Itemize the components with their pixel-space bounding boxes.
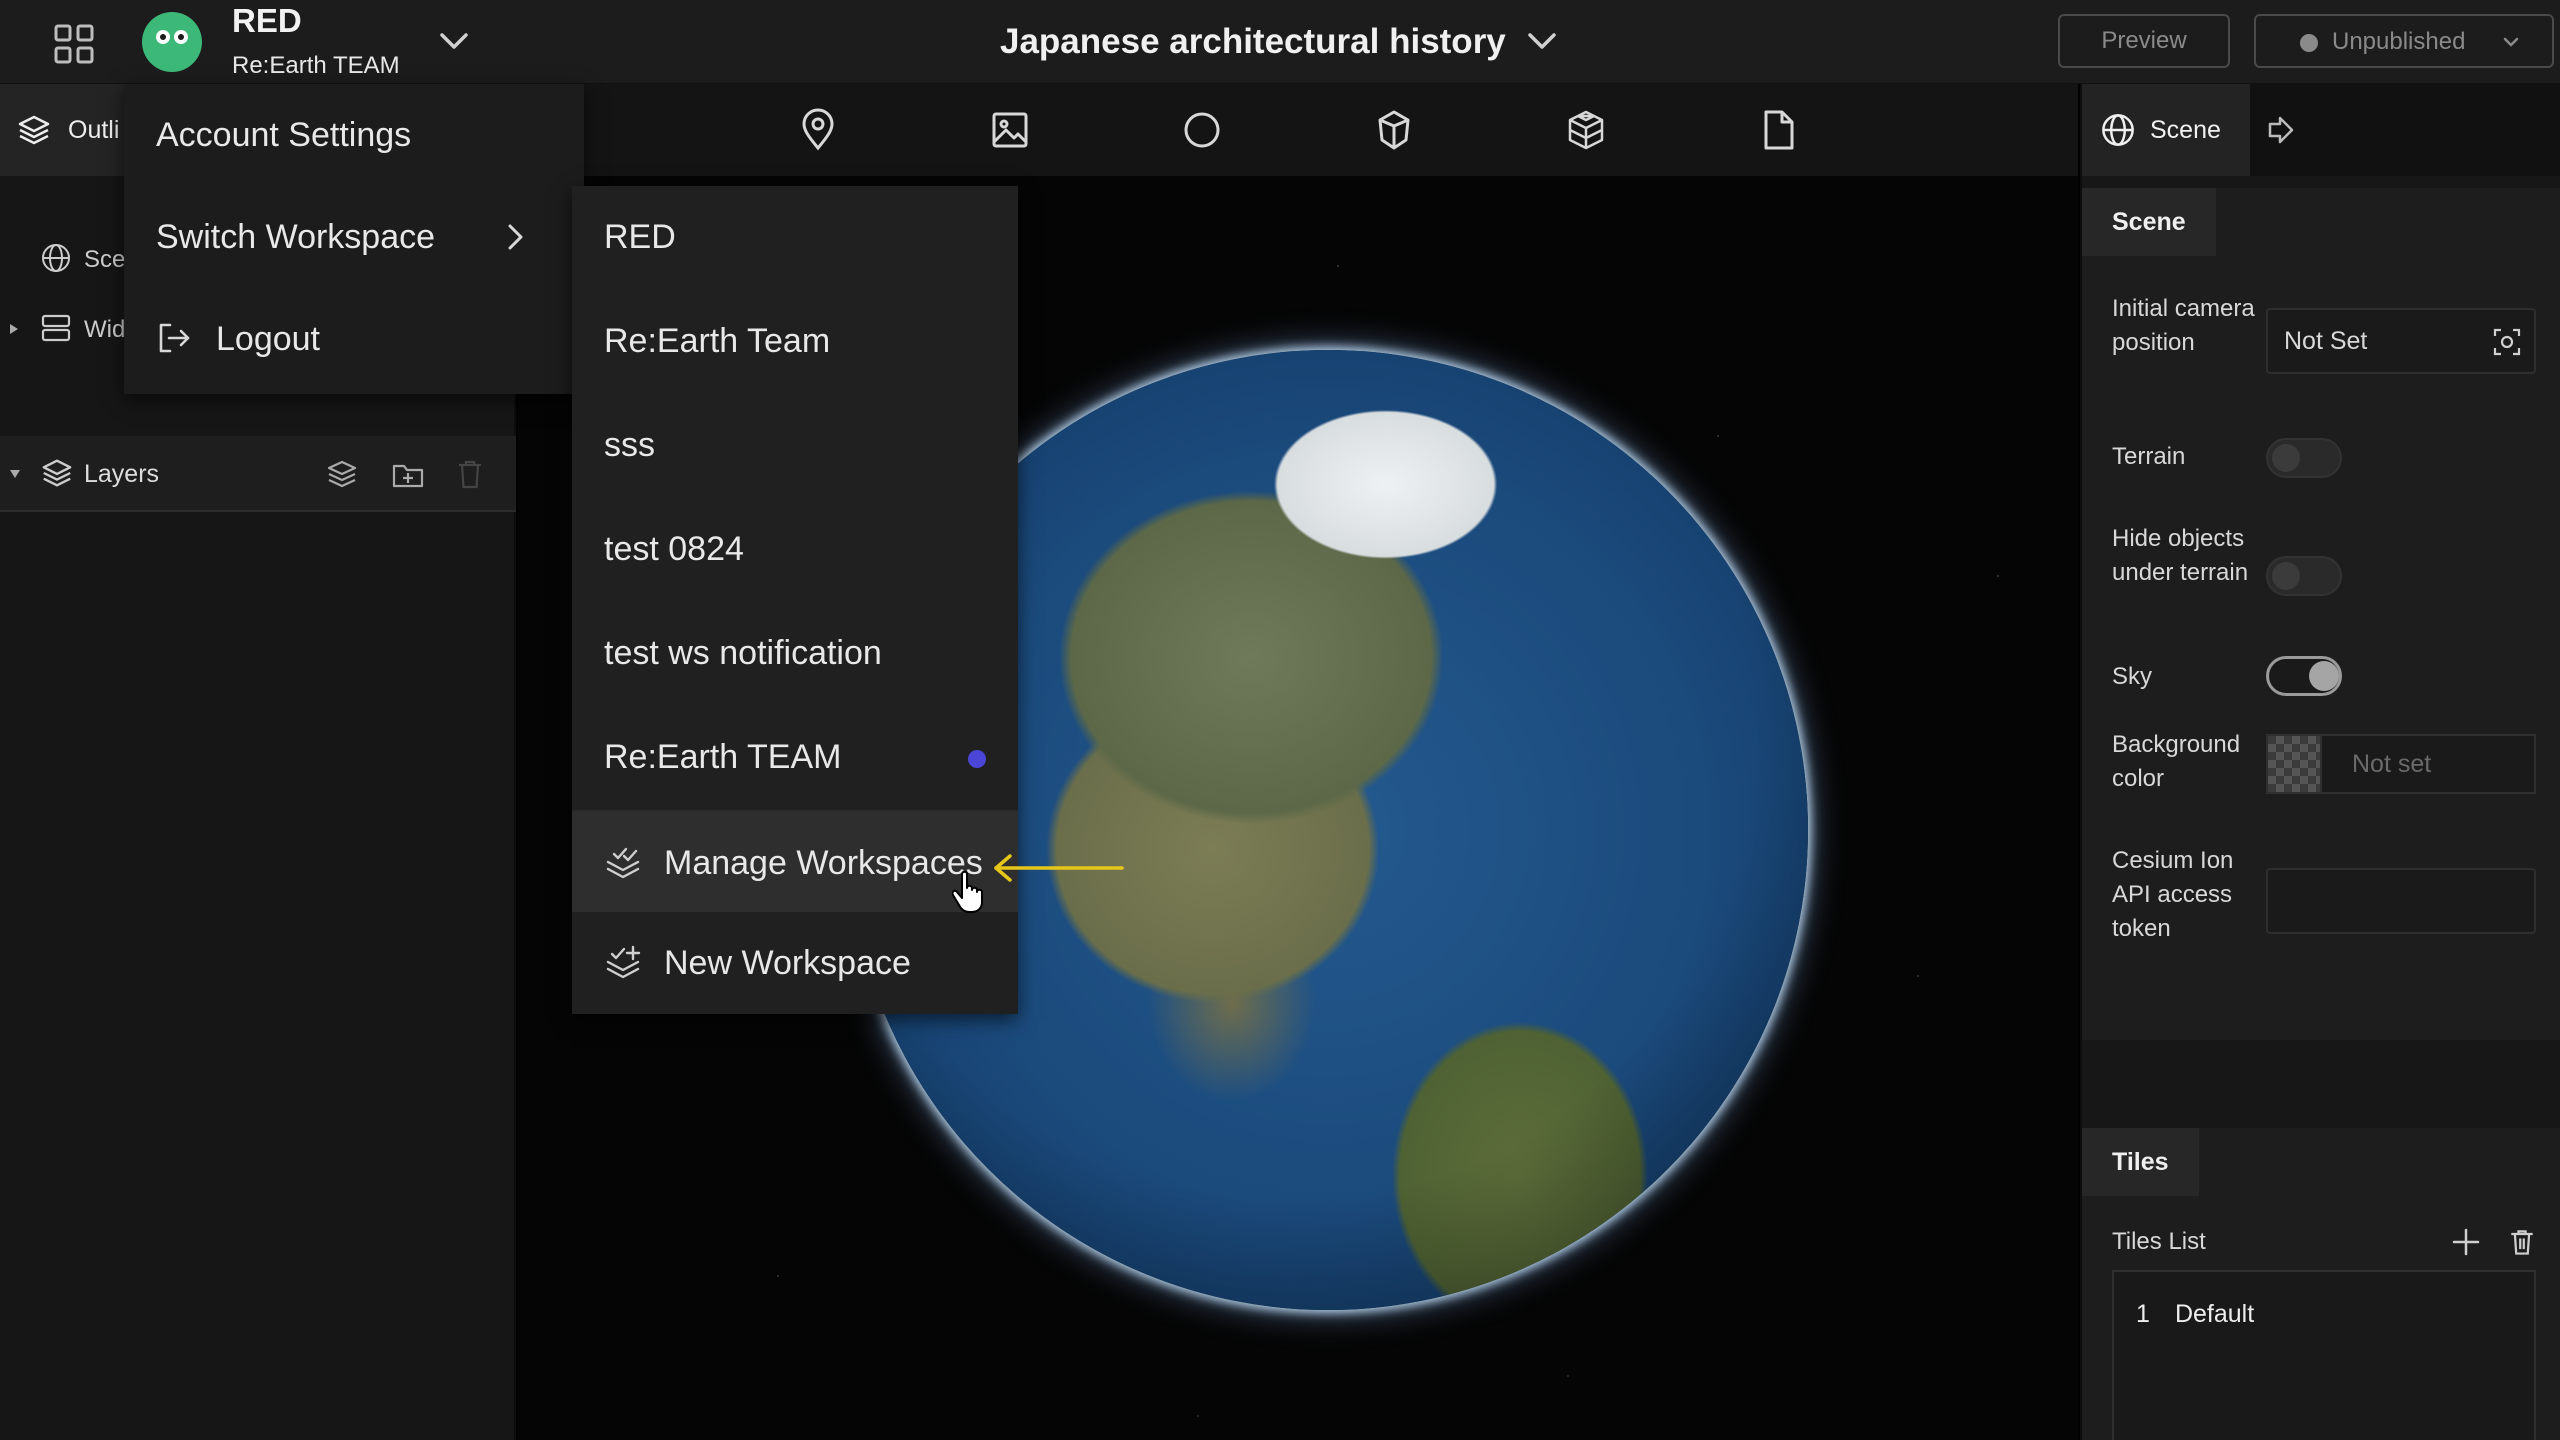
- add-folder-icon[interactable]: [390, 456, 426, 492]
- map-pin-icon[interactable]: [794, 106, 842, 154]
- new-workspace-menu-item[interactable]: New Workspace: [572, 912, 1018, 1012]
- manage-workspaces-icon: [604, 844, 642, 882]
- outline-item-label: Wid: [84, 316, 126, 343]
- preview-button[interactable]: Preview: [2058, 14, 2230, 68]
- chevron-right-icon: [502, 220, 528, 254]
- hide-objects-label: Hide objects under terrain: [2112, 525, 2249, 586]
- workspace-label: Re:Earth Team: [604, 322, 831, 360]
- workspace-item[interactable]: RED: [572, 186, 1018, 290]
- new-workspace-icon: [604, 944, 642, 982]
- workspace-label: test ws notification: [604, 634, 882, 672]
- terrain-label: Terrain: [2112, 443, 2186, 470]
- layers-icon: [16, 112, 52, 148]
- menu-item-label: Switch Workspace: [156, 218, 436, 256]
- tab-scene[interactable]: Scene: [2082, 84, 2250, 176]
- expand-triangle-icon[interactable]: [8, 322, 20, 336]
- background-color-swatch[interactable]: [2266, 734, 2322, 794]
- 3d-tiles-icon[interactable]: [1562, 106, 1610, 154]
- background-color-label: Background color: [2112, 731, 2241, 792]
- tab-outline[interactable]: Outli: [0, 84, 140, 176]
- workspace-label: RED: [604, 218, 676, 256]
- workspace-label: test 0824: [604, 530, 744, 568]
- cesium-token-input[interactable]: [2266, 868, 2536, 934]
- plus-icon[interactable]: [2450, 1226, 2482, 1258]
- tab-scene-label: Scene: [2150, 116, 2221, 144]
- hide-objects-toggle[interactable]: [2266, 556, 2342, 596]
- logout-icon: [156, 320, 192, 356]
- tiles-list: 1 Default: [2112, 1270, 2536, 1440]
- workspace-label: sss: [604, 426, 655, 464]
- workspace-item-current[interactable]: Re:Earth TEAM: [572, 706, 1018, 810]
- layers-label: Layers: [84, 460, 160, 488]
- status-dot-icon: [2300, 34, 2318, 52]
- capture-camera-icon[interactable]: [2492, 327, 2522, 357]
- right-tabs: Scene: [2082, 84, 2560, 176]
- workspace-item[interactable]: sss: [572, 394, 1018, 498]
- workspace-item[interactable]: Re:Earth Team: [572, 290, 1018, 394]
- chevron-down-icon[interactable]: [436, 26, 472, 56]
- publish-status-label: Unpublished: [2332, 28, 2466, 55]
- chevron-down-icon: [2500, 32, 2522, 52]
- tab-outline-label: Outli: [68, 116, 120, 144]
- globe-icon: [40, 242, 72, 274]
- sky-toggle[interactable]: [2266, 656, 2342, 696]
- workspace-item[interactable]: test 0824: [572, 498, 1018, 602]
- file-icon[interactable]: [1754, 106, 1802, 154]
- background-color-input[interactable]: Not set: [2322, 734, 2536, 794]
- initial-camera-field[interactable]: Not Set: [2266, 308, 2536, 374]
- initial-camera-label: Initial camera position: [2112, 295, 2255, 356]
- widgets-icon: [40, 312, 72, 344]
- 3d-model-icon[interactable]: [1370, 106, 1418, 154]
- app-grid-icon[interactable]: [52, 22, 96, 66]
- top-header: RED Re:Earth TEAM Japanese architectural…: [0, 0, 2560, 84]
- menu-item-label: Logout: [216, 320, 320, 358]
- trash-icon[interactable]: [2506, 1226, 2538, 1258]
- current-workspace-indicator: [968, 750, 986, 768]
- tools-toolbar: [518, 84, 2078, 176]
- menu-item-label: New Workspace: [664, 944, 911, 982]
- section-title: Scene: [2082, 188, 2216, 256]
- menu-item-label: Manage Workspaces: [664, 844, 983, 882]
- annotation-arrow-icon: [990, 852, 1126, 884]
- tile-name: Default: [2174, 1300, 2255, 1328]
- avatar[interactable]: [142, 12, 202, 72]
- hand-pointer-cursor-icon: [952, 870, 988, 914]
- add-layer-icon[interactable]: [324, 456, 360, 492]
- user-team[interactable]: Re:Earth TEAM: [232, 52, 400, 80]
- logout-menu-item[interactable]: Logout: [124, 288, 584, 388]
- publish-settings-icon[interactable]: [2262, 110, 2302, 150]
- scene-settings-section: Scene Initial camera position Not Set Te…: [2082, 188, 2560, 1040]
- layers-header: Layers: [0, 436, 516, 512]
- tiles-section: Tiles Tiles List 1 Default: [2082, 1128, 2560, 1440]
- tile-index: 1: [2136, 1300, 2150, 1328]
- globe-icon: [2100, 112, 2136, 148]
- list-item[interactable]: 1 Default: [2136, 1300, 2254, 1329]
- account-settings-menu-item[interactable]: Account Settings: [124, 84, 584, 184]
- circle-icon[interactable]: [1178, 106, 1226, 154]
- terrain-toggle[interactable]: [2266, 438, 2342, 478]
- section-title: Tiles: [2082, 1128, 2199, 1196]
- outline-item-label: Sce: [84, 246, 126, 273]
- menu-item-label: Account Settings: [156, 116, 412, 154]
- workspace-item[interactable]: test ws notification: [572, 602, 1018, 706]
- initial-camera-value: Not Set: [2284, 326, 2368, 355]
- switch-workspace-menu-item[interactable]: Switch Workspace: [124, 186, 584, 286]
- sky-label: Sky: [2112, 663, 2153, 690]
- layers-icon: [40, 456, 74, 490]
- trash-icon[interactable]: [452, 456, 488, 492]
- chevron-down-icon[interactable]: [1524, 26, 1560, 56]
- image-icon[interactable]: [986, 106, 1034, 154]
- publish-status-button[interactable]: Unpublished: [2254, 14, 2554, 68]
- user-menu: Account Settings Switch Workspace Logout: [124, 84, 584, 394]
- right-panel: Scene Scene Initial camera position Not …: [2080, 84, 2560, 1440]
- tiles-list-label: Tiles List: [2112, 1228, 2206, 1255]
- user-name[interactable]: RED: [232, 2, 302, 40]
- cesium-token-label: Cesium Ion API access token: [2112, 847, 2234, 942]
- workspace-label: Re:Earth TEAM: [604, 738, 842, 776]
- collapse-triangle-icon[interactable]: [8, 468, 22, 480]
- project-title[interactable]: Japanese architectural history: [1000, 22, 1506, 62]
